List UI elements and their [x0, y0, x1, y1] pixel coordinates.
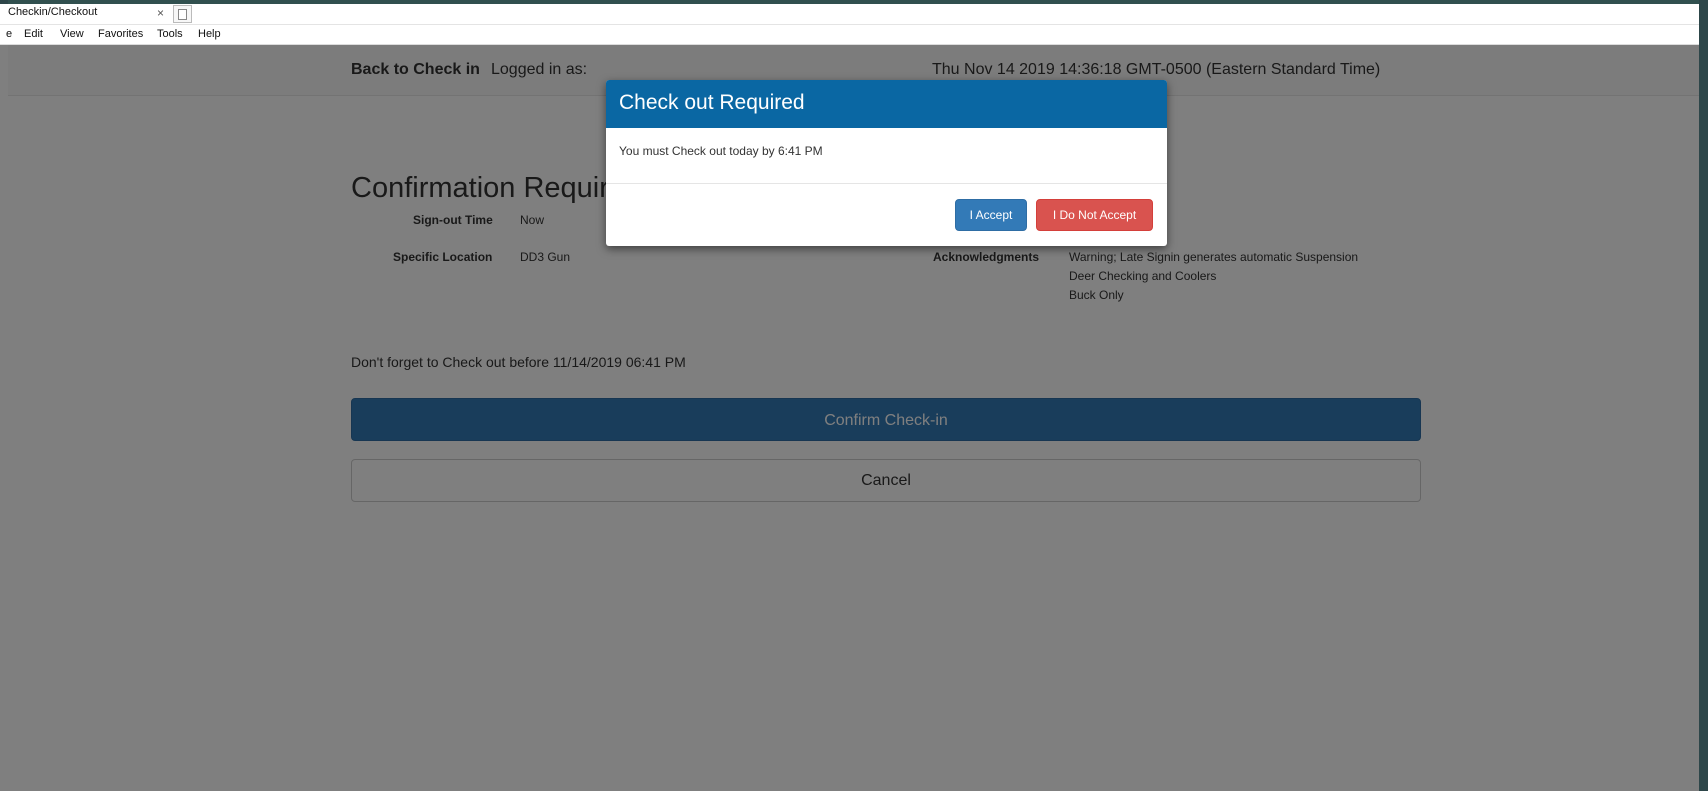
menu-help[interactable]: Help: [198, 28, 221, 40]
new-tab-icon[interactable]: [173, 5, 192, 23]
decline-button[interactable]: I Do Not Accept: [1036, 199, 1153, 231]
desktop-background-right: [1699, 0, 1708, 791]
tab-close-icon[interactable]: ×: [157, 6, 164, 20]
menu-bar: e Edit View Favorites Tools Help: [0, 25, 1699, 45]
tab-bar: Checkin/Checkout ×: [0, 4, 1699, 25]
tab-checkin-checkout[interactable]: Checkin/Checkout: [8, 6, 97, 18]
menu-file[interactable]: e: [6, 28, 12, 40]
menu-edit[interactable]: Edit: [24, 28, 43, 40]
menu-tools[interactable]: Tools: [157, 28, 183, 40]
dialog-body: You must Check out today by 6:41 PM: [606, 128, 1167, 184]
dialog-header: Check out Required: [606, 80, 1167, 128]
dialog-message: You must Check out today by 6:41 PM: [619, 144, 823, 158]
dialog-title: Check out Required: [619, 91, 805, 114]
menu-favorites[interactable]: Favorites: [98, 28, 143, 40]
browser-window: Checkin/Checkout × e Edit View Favorites…: [0, 4, 1699, 791]
menu-view[interactable]: View: [60, 28, 84, 40]
accept-button[interactable]: I Accept: [955, 199, 1027, 231]
checkout-required-dialog: Check out Required You must Check out to…: [606, 80, 1167, 246]
